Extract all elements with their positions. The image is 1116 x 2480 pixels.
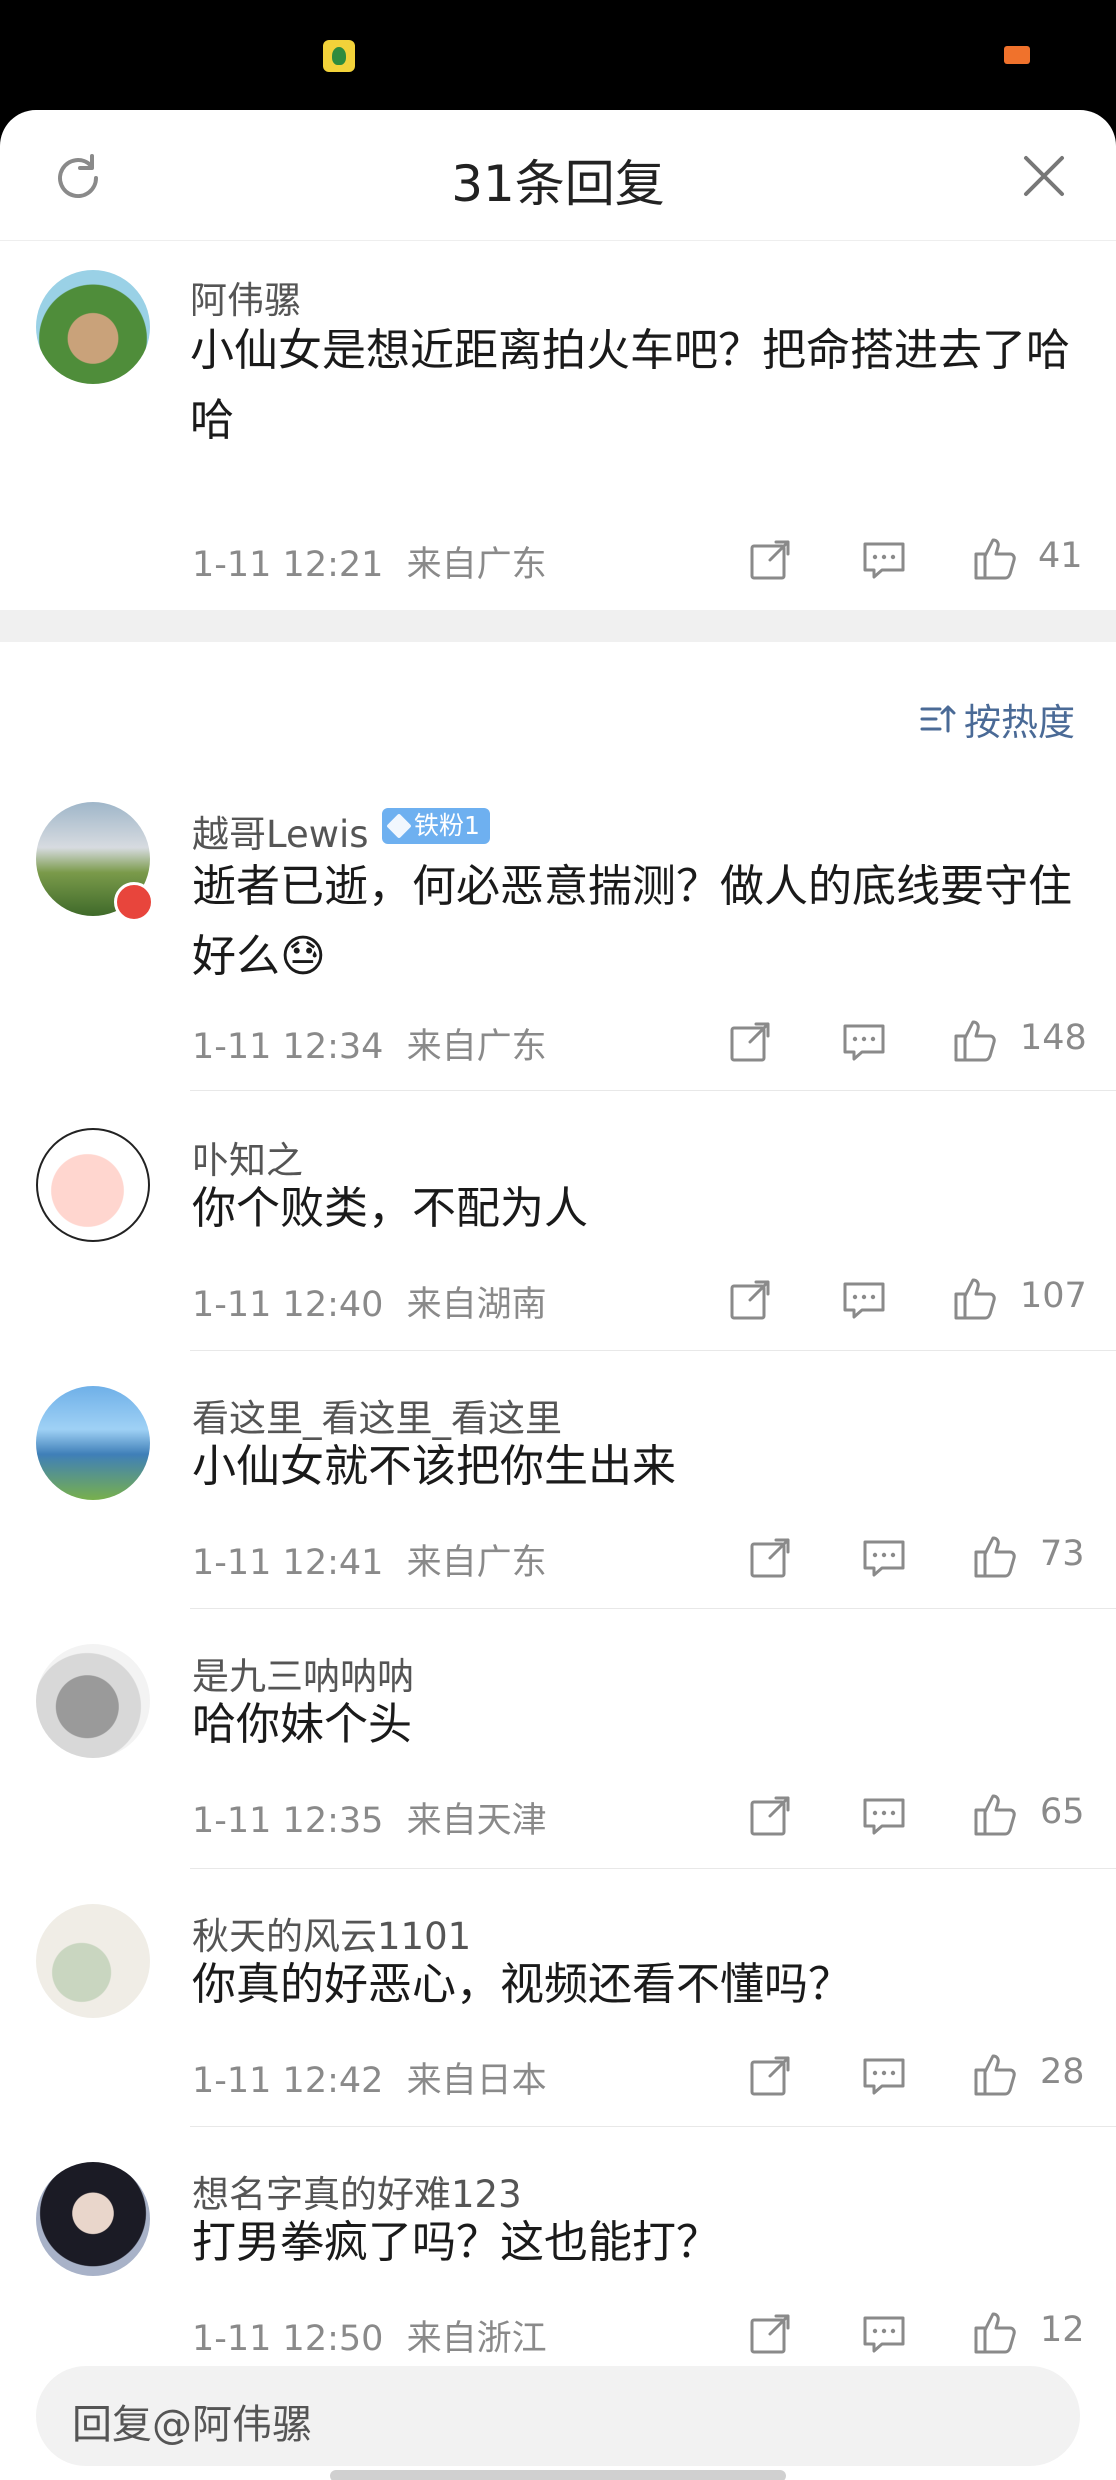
comment-time: 1-11 12:35: [192, 1801, 384, 1841]
comment-meta: 1-11 12:42 来自日本: [192, 2052, 547, 2103]
comment-icon[interactable]: [862, 1538, 906, 1578]
fan-level-badge: 铁粉1: [382, 808, 490, 844]
like-count: 12: [1040, 2310, 1085, 2350]
like-icon[interactable]: [972, 2050, 1020, 2098]
verified-badge-icon: [114, 882, 154, 922]
like-icon[interactable]: [972, 534, 1020, 582]
divider: [190, 1090, 1116, 1091]
diamond-icon: [386, 813, 412, 839]
root-comment: 阿伟骡 小仙女是想近距离拍火车吧？把命搭进去了哈哈 1-11 12:21 来自广…: [0, 240, 1116, 600]
notification-app-icon: [323, 40, 355, 72]
like-icon[interactable]: [972, 1790, 1020, 1838]
battery-icon: [1004, 46, 1030, 64]
like-count: 28: [1040, 2052, 1085, 2092]
share-icon[interactable]: [748, 2312, 792, 2356]
comment-content: 你个败类，不配为人: [192, 1183, 588, 1234]
like-count: 65: [1040, 1792, 1085, 1832]
avatar[interactable]: [36, 1128, 150, 1242]
share-icon[interactable]: [748, 2054, 792, 2098]
comment-location: 来自广东: [406, 545, 547, 585]
close-icon[interactable]: [1016, 148, 1072, 204]
sort-icon: [920, 705, 956, 733]
divider: [190, 1350, 1116, 1351]
share-icon[interactable]: [748, 538, 792, 582]
avatar[interactable]: [36, 2162, 150, 2276]
home-indicator[interactable]: [330, 2470, 786, 2480]
like-icon[interactable]: [972, 2308, 1020, 2356]
comment-time: 1-11 12:21: [192, 545, 384, 585]
avatar[interactable]: [36, 1904, 150, 2018]
comment-content: 逝者已逝，何必恶意揣测？做人的底线要守住好么😓: [192, 861, 1072, 982]
avatar[interactable]: [36, 270, 150, 384]
comment-location: 来自浙江: [406, 2319, 547, 2359]
comment-time: 1-11 12:40: [192, 1285, 384, 1325]
comment-content: 哈你妹个头: [192, 1699, 412, 1750]
comment-meta: 1-11 12:34 来自广东: [192, 1018, 547, 1069]
comment-location: 来自日本: [406, 2061, 547, 2101]
comment-content: 你真的好恶心，视频还看不懂吗？: [192, 1959, 852, 2010]
comment-content: 小仙女就不该把你生出来: [192, 1441, 676, 1492]
comment-location: 来自广东: [406, 1543, 547, 1583]
comment-icon[interactable]: [862, 540, 906, 580]
avatar[interactable]: [36, 1386, 150, 1500]
divider: [190, 2126, 1116, 2127]
comment-meta: 1-11 12:41 来自广东: [192, 1534, 547, 1585]
comment-content: 小仙女是想近距离拍火车吧？把命搭进去了哈哈: [190, 325, 1070, 446]
share-icon[interactable]: [748, 1536, 792, 1580]
badge-label: 铁粉1: [414, 811, 480, 840]
reply-sheet: 31条回复 阿伟骡 小仙女是想近距离拍火车吧？把命搭进去了哈哈 1-11 12:…: [0, 110, 1116, 2480]
comment-icon[interactable]: [842, 1280, 886, 1320]
like-icon[interactable]: [952, 1016, 1000, 1064]
like-icon[interactable]: [972, 1532, 1020, 1580]
divider: [190, 1868, 1116, 1869]
comment-icon[interactable]: [862, 1796, 906, 1836]
comment-location: 来自天津: [406, 1801, 547, 1841]
comment-icon[interactable]: [842, 1022, 886, 1062]
page-title: 31条回复: [451, 155, 665, 213]
avatar[interactable]: [36, 1644, 150, 1758]
sheet-header: 31条回复: [0, 110, 1116, 241]
divider: [190, 1608, 1116, 1609]
comment-meta: 1-11 12:50 来自浙江: [192, 2310, 547, 2361]
comment-icon[interactable]: [862, 2314, 906, 2354]
like-count: 148: [1020, 1018, 1087, 1058]
comment-content: 打男拳疯了吗？这也能打？: [192, 2217, 720, 2268]
comment-meta: 1-11 12:40 来自湖南: [192, 1276, 547, 1327]
comment-time: 1-11 12:50: [192, 2319, 384, 2359]
comment-meta: 1-11 12:21 来自广东: [192, 536, 547, 587]
comment-location: 来自湖南: [406, 1285, 547, 1325]
like-count: 73: [1040, 1534, 1085, 1574]
reply-input[interactable]: 回复@阿伟骡: [36, 2366, 1080, 2466]
section-separator: [0, 610, 1116, 642]
comment-meta: 1-11 12:35 来自天津: [192, 1792, 547, 1843]
comment-time: 1-11 12:34: [192, 1027, 384, 1067]
share-icon[interactable]: [728, 1278, 772, 1322]
like-count: 107: [1020, 1276, 1087, 1316]
like-icon[interactable]: [952, 1274, 1000, 1322]
share-icon[interactable]: [748, 1794, 792, 1838]
share-icon[interactable]: [728, 1020, 772, 1064]
comment-location: 来自广东: [406, 1027, 547, 1067]
comment-time: 1-11 12:42: [192, 2061, 384, 2101]
comment-time: 1-11 12:41: [192, 1543, 384, 1583]
sort-label: 按热度: [964, 701, 1075, 744]
username[interactable]: 越哥Lewis: [192, 804, 369, 858]
sort-button[interactable]: 按热度: [920, 692, 1075, 746]
comment-icon[interactable]: [862, 2056, 906, 2096]
like-count: 41: [1038, 536, 1083, 576]
status-bar: [0, 0, 1116, 110]
reply-placeholder: 回复@阿伟骡: [72, 2402, 312, 2448]
